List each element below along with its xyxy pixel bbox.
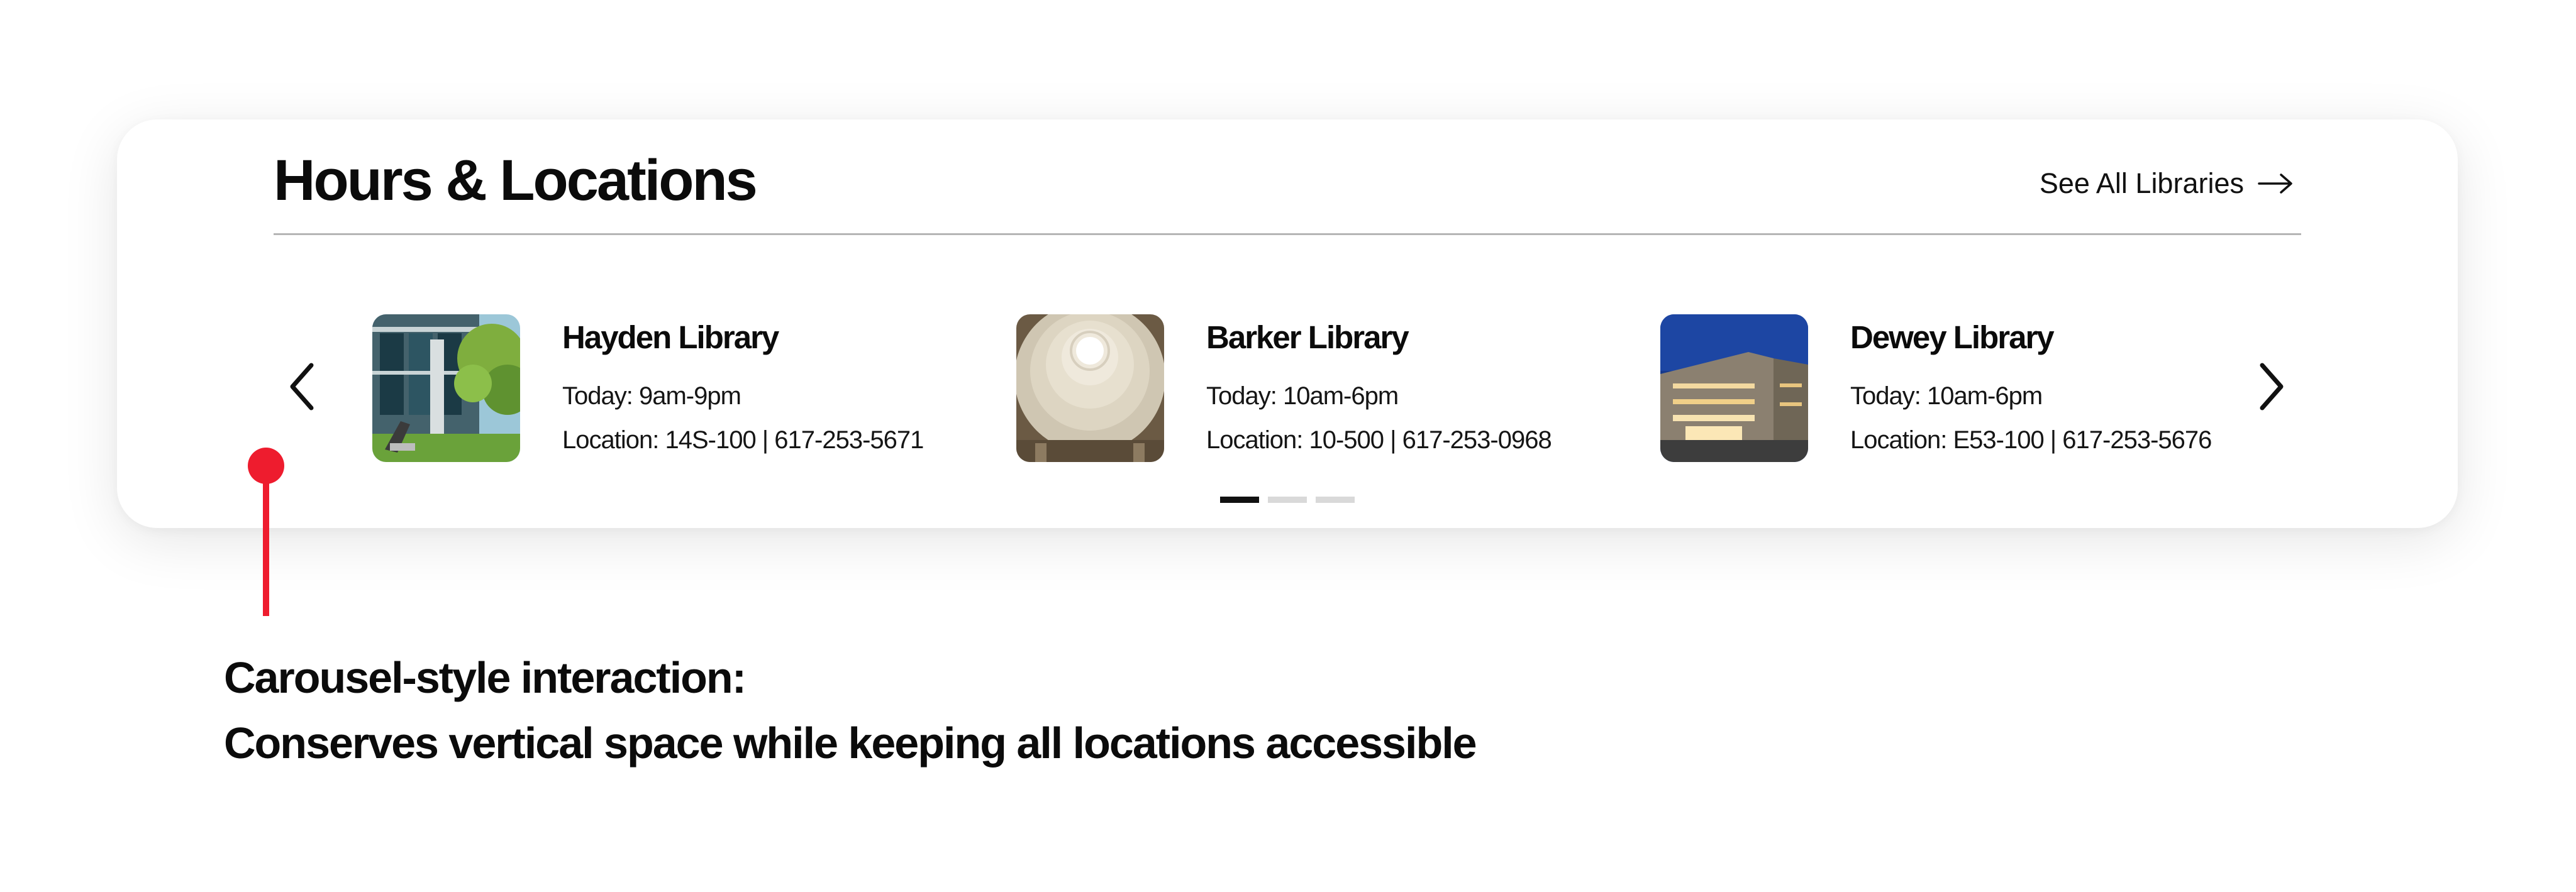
chevron-left-icon xyxy=(290,363,314,410)
library-name[interactable]: Barker Library xyxy=(1206,314,1409,361)
chevron-right-icon xyxy=(2260,363,2284,410)
library-location: Location: 10-500 | 617-253-0968 xyxy=(1206,426,1552,454)
library-card-hayden[interactable]: Hayden Library Today: 9am-9pm Location: … xyxy=(372,314,938,462)
carousel-pagination xyxy=(1220,497,1355,503)
library-location: Location: 14S-100 | 617-253-5671 xyxy=(562,426,924,454)
pagination-dot-3[interactable] xyxy=(1316,497,1355,503)
library-hours: Today: 10am-6pm xyxy=(1206,382,1399,410)
annotation-heading: Carousel-style interaction: xyxy=(224,653,747,702)
arrow-right-icon xyxy=(2258,173,2292,194)
library-name[interactable]: Dewey Library xyxy=(1850,314,2055,361)
section-title: Hours & Locations xyxy=(274,148,758,212)
annotation-marker-line xyxy=(263,471,269,616)
carousel-next-button[interactable] xyxy=(2250,355,2294,418)
library-photo-dewey xyxy=(1660,314,1808,462)
library-name[interactable]: Hayden Library xyxy=(562,314,779,361)
library-location: Location: E53-100 | 617-253-5676 xyxy=(1850,426,2212,454)
annotation-description: Conserves vertical space while keeping a… xyxy=(224,719,1477,768)
carousel-prev-button[interactable] xyxy=(279,355,323,418)
see-all-label: See All Libraries xyxy=(2039,167,2244,199)
library-photo-barker xyxy=(1016,314,1164,462)
pagination-dot-1[interactable] xyxy=(1220,497,1259,503)
library-photo-hayden xyxy=(372,314,520,462)
library-hours: Today: 10am-6pm xyxy=(1850,382,2043,410)
see-all-libraries-link[interactable]: See All Libraries xyxy=(2040,165,2293,202)
library-hours: Today: 9am-9pm xyxy=(562,382,741,410)
library-card-barker[interactable]: Barker Library Today: 10am-6pm Location:… xyxy=(1016,314,1582,462)
section-divider xyxy=(274,233,2301,235)
pagination-dot-2[interactable] xyxy=(1268,497,1307,503)
library-card-dewey[interactable]: Dewey Library Today: 10am-6pm Location: … xyxy=(1660,314,2251,462)
